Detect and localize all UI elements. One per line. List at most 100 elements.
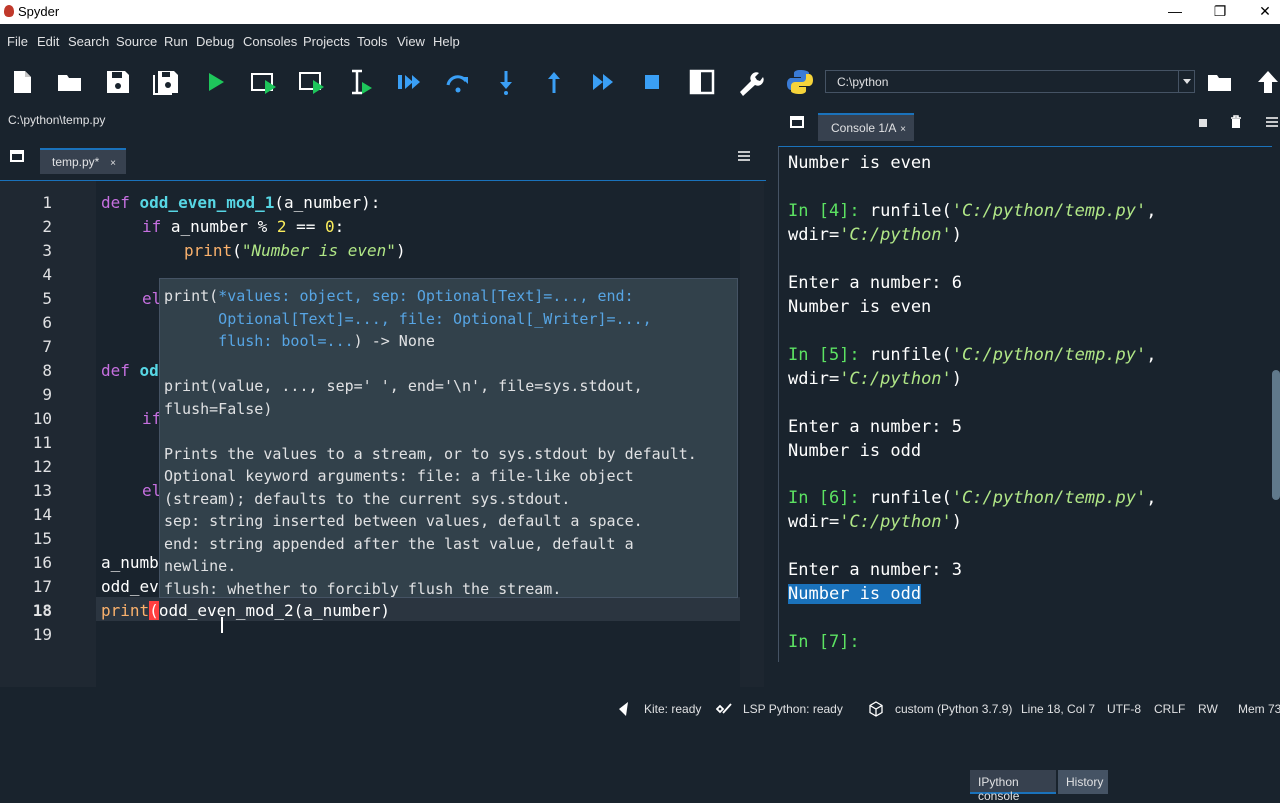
console-pane: Console 1/A × Number is even In [4]: run… xyxy=(778,106,1280,803)
restore-button[interactable]: ❐ xyxy=(1205,2,1235,22)
new-file-icon[interactable] xyxy=(8,68,36,96)
ipython-console[interactable]: Number is even In [4]: runfile('C:/pytho… xyxy=(778,146,1272,662)
console-input-line: wdir='C:/python') xyxy=(788,369,963,389)
menu-file[interactable]: File xyxy=(7,34,28,49)
line-number: 6 xyxy=(42,313,52,332)
open-file-icon[interactable] xyxy=(56,68,84,96)
kite-icon xyxy=(619,702,628,716)
browse-tabs-icon[interactable] xyxy=(10,150,24,162)
menu-help[interactable]: Help xyxy=(433,34,460,49)
close-window-button[interactable]: ✕ xyxy=(1250,2,1280,22)
stop-kernel-icon[interactable] xyxy=(1198,118,1208,128)
console-output-line: Number is odd xyxy=(788,441,922,461)
code-line-current: print(odd_even_mod_2(a_number) xyxy=(101,601,390,620)
chevron-down-icon[interactable] xyxy=(1178,71,1194,92)
code-line: if a_number % 2 == 0: xyxy=(142,217,345,236)
run-cell-icon[interactable] xyxy=(250,68,278,96)
menu-run[interactable]: Run xyxy=(164,34,188,49)
parent-directory-icon[interactable] xyxy=(1254,68,1280,96)
file-encoding: UTF-8 xyxy=(1107,702,1141,716)
clear-console-trash-icon[interactable] xyxy=(1230,115,1242,129)
line-number: 1 xyxy=(42,193,52,212)
working-directory-combobox[interactable]: C:\python xyxy=(825,70,1195,93)
menu-consoles[interactable]: Consoles xyxy=(243,34,297,49)
console-output-line-selected[interactable]: Number is odd xyxy=(788,584,922,604)
run-selection-icon[interactable] xyxy=(346,68,374,96)
close-console-tab-icon[interactable]: × xyxy=(900,124,906,135)
console-options-menu-icon[interactable] xyxy=(1266,117,1278,127)
code-line: print("Number is even") xyxy=(184,241,406,260)
editor-file-path: C:\python\temp.py xyxy=(0,106,770,136)
text-cursor-icon xyxy=(221,617,223,633)
preferences-wrench-icon[interactable] xyxy=(736,68,764,96)
browse-consoles-icon[interactable] xyxy=(790,116,804,128)
console-input-line: In [5]: runfile('C:/python/temp.py', xyxy=(788,345,1157,365)
stop-debug-icon[interactable] xyxy=(638,68,666,96)
menu-tools[interactable]: Tools xyxy=(357,34,387,49)
line-number: 17 xyxy=(32,577,52,596)
line-endings: CRLF xyxy=(1154,702,1186,716)
maximize-pane-icon[interactable] xyxy=(688,68,716,96)
code-line: odd_ev xyxy=(101,577,159,596)
calltip-signature: print(*values: object, sep: Optional[Tex… xyxy=(164,287,652,350)
lsp-icon xyxy=(716,703,732,714)
continue-icon[interactable] xyxy=(590,68,618,96)
tab-temp-py[interactable]: temp.py* × xyxy=(40,148,126,174)
status-bar: Kite: ready LSP Python: ready custom (Py… xyxy=(0,698,1280,720)
close-tab-icon[interactable]: × xyxy=(110,158,116,169)
title-bar: Spyder — ❐ ✕ xyxy=(0,0,1280,24)
matched-bracket: ( xyxy=(149,601,159,620)
tab-console-1a[interactable]: Console 1/A × xyxy=(818,113,914,141)
step-return-icon[interactable] xyxy=(540,68,568,96)
debug-icon[interactable] xyxy=(396,68,424,96)
console-prompt[interactable]: In [7]: xyxy=(788,632,860,652)
line-number: 13 xyxy=(32,481,52,500)
line-number: 8 xyxy=(42,361,52,380)
editor-scrollbar[interactable] xyxy=(740,181,764,687)
editor-tab-bar: temp.py* × xyxy=(0,136,770,178)
cursor-position: Line 18, Col 7 xyxy=(1021,702,1096,716)
menu-bar: File Edit Search Source Run Debug Consol… xyxy=(0,24,1280,58)
tab-history[interactable]: History xyxy=(1058,770,1108,794)
line-number: 4 xyxy=(42,265,52,284)
line-number: 11 xyxy=(32,433,52,452)
minimize-button[interactable]: — xyxy=(1160,2,1190,22)
calltip-docstring: Prints the values to a stream, or to sys… xyxy=(164,444,697,598)
menu-projects[interactable]: Projects xyxy=(303,34,350,49)
line-number: 3 xyxy=(42,241,52,260)
run-cell-advance-icon[interactable] xyxy=(298,68,326,96)
code-line: def od xyxy=(101,361,159,380)
python-path-icon[interactable] xyxy=(786,68,814,96)
console-input-line: In [4]: runfile('C:/python/temp.py', xyxy=(788,201,1157,221)
menu-source[interactable]: Source xyxy=(116,34,157,49)
working-directory-value: C:\python xyxy=(837,75,889,89)
code-line: def odd_even_mod_1(a_number): xyxy=(101,193,381,212)
line-number: 15 xyxy=(32,529,52,548)
line-number: 7 xyxy=(42,337,52,356)
menu-search[interactable]: Search xyxy=(68,34,109,49)
editor-options-menu-icon[interactable] xyxy=(738,151,750,161)
run-icon[interactable] xyxy=(202,68,230,96)
menu-debug[interactable]: Debug xyxy=(196,34,234,49)
console-output-line: Number is even xyxy=(788,297,932,317)
console-input-line: wdir='C:/python') xyxy=(788,512,963,532)
save-all-icon[interactable] xyxy=(152,68,180,96)
calltip-doc-signature: print(value, ..., sep=' ', end='\n', fil… xyxy=(164,377,643,418)
console-scrollbar-thumb[interactable] xyxy=(1272,370,1280,500)
step-into-icon[interactable] xyxy=(492,68,520,96)
step-over-icon[interactable] xyxy=(444,68,472,96)
console-input-line: In [6]: runfile('C:/python/temp.py', xyxy=(788,488,1157,508)
file-permissions: RW xyxy=(1198,702,1218,716)
save-file-icon[interactable] xyxy=(104,68,132,96)
browse-folder-icon[interactable] xyxy=(1206,68,1234,96)
menu-view[interactable]: View xyxy=(397,34,425,49)
menu-edit[interactable]: Edit xyxy=(37,34,59,49)
tab-ipython-console[interactable]: IPython console xyxy=(970,770,1056,803)
pane-splitter[interactable] xyxy=(770,106,778,690)
calltip-tooltip: print(*values: object, sep: Optional[Tex… xyxy=(159,278,738,598)
console-output-line: Enter a number: 6 xyxy=(788,273,962,293)
console-scrollbar[interactable] xyxy=(1270,150,1280,638)
console-tab-label: Console 1/A xyxy=(831,121,897,135)
spyder-app-icon xyxy=(4,5,14,17)
python-environment[interactable]: custom (Python 3.7.9) xyxy=(895,702,1012,716)
